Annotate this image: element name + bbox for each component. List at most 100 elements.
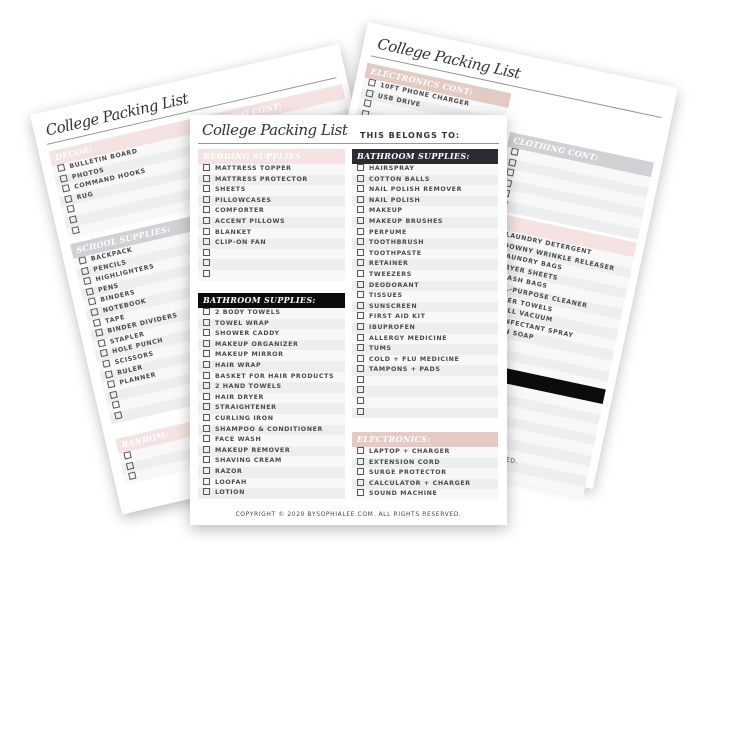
checkbox-icon[interactable] bbox=[203, 360, 210, 368]
checkbox-icon[interactable] bbox=[357, 322, 364, 330]
checkbox-icon[interactable] bbox=[508, 158, 517, 167]
checkbox-icon[interactable] bbox=[367, 78, 377, 87]
checkbox-icon[interactable] bbox=[61, 184, 71, 193]
item-label: MAKEUP MIRROR bbox=[215, 351, 284, 359]
checkbox-icon[interactable] bbox=[357, 365, 364, 373]
item-label: SURGE PROTECTOR bbox=[369, 469, 447, 477]
checkbox-icon[interactable] bbox=[357, 174, 364, 182]
checkbox-icon[interactable] bbox=[203, 164, 210, 171]
checkbox-icon[interactable] bbox=[203, 488, 210, 496]
checkbox-icon[interactable] bbox=[92, 318, 102, 327]
checkbox-icon[interactable] bbox=[125, 461, 135, 470]
checkbox-icon[interactable] bbox=[203, 185, 210, 193]
checkbox-icon[interactable] bbox=[203, 435, 210, 443]
checkbox-icon[interactable] bbox=[357, 206, 364, 214]
item-label: TUMS bbox=[369, 345, 392, 353]
checklist-item: LAPTOP + CHARGER bbox=[352, 447, 498, 458]
checkbox-icon[interactable] bbox=[95, 328, 104, 337]
checklist-item: BLANKET bbox=[198, 227, 345, 239]
checkbox-icon[interactable] bbox=[357, 386, 364, 394]
checkbox-icon[interactable] bbox=[203, 318, 210, 326]
checkbox-icon[interactable] bbox=[123, 451, 132, 460]
checkbox-icon[interactable] bbox=[357, 238, 364, 246]
checkbox-icon[interactable] bbox=[203, 350, 210, 358]
checkbox-icon[interactable] bbox=[510, 147, 519, 156]
checkbox-icon[interactable] bbox=[83, 276, 92, 286]
item-label: COLD + FLU MEDICINE bbox=[369, 355, 460, 363]
checkbox-icon[interactable] bbox=[357, 248, 364, 256]
checkbox-icon[interactable] bbox=[102, 359, 111, 368]
checkbox-icon[interactable] bbox=[64, 194, 73, 204]
checkbox-icon[interactable] bbox=[203, 413, 210, 421]
checkbox-icon[interactable] bbox=[357, 301, 364, 309]
checkbox-icon[interactable] bbox=[357, 227, 364, 235]
checkbox-icon[interactable] bbox=[203, 308, 210, 315]
checkbox-icon[interactable] bbox=[365, 88, 374, 98]
checkbox-icon[interactable] bbox=[106, 380, 116, 389]
checkbox-icon[interactable] bbox=[203, 195, 210, 203]
checkbox-icon[interactable] bbox=[97, 338, 106, 348]
checklist-item: PERFUME bbox=[352, 227, 498, 239]
checkbox-icon[interactable] bbox=[506, 168, 515, 177]
checkbox-icon[interactable] bbox=[357, 280, 364, 288]
checkbox-icon[interactable] bbox=[90, 307, 99, 317]
checkbox-icon[interactable] bbox=[357, 468, 364, 476]
checkbox-icon[interactable] bbox=[56, 163, 66, 173]
checkbox-icon[interactable] bbox=[203, 392, 210, 400]
checkbox-icon[interactable] bbox=[357, 478, 364, 486]
checkbox-icon[interactable] bbox=[357, 354, 364, 362]
checkbox-icon[interactable] bbox=[357, 291, 364, 299]
checkbox-icon[interactable] bbox=[80, 266, 90, 275]
checkbox-icon[interactable] bbox=[357, 164, 364, 171]
checkbox-icon[interactable] bbox=[203, 269, 210, 277]
checkbox-icon[interactable] bbox=[357, 259, 364, 267]
checkbox-icon[interactable] bbox=[66, 204, 75, 214]
checkbox-icon[interactable] bbox=[59, 173, 68, 183]
checkbox-icon[interactable] bbox=[203, 174, 210, 182]
checkbox-icon[interactable] bbox=[357, 195, 364, 203]
checkbox-icon[interactable] bbox=[203, 227, 210, 235]
checkbox-icon[interactable] bbox=[111, 400, 121, 410]
checkbox-icon[interactable] bbox=[203, 403, 210, 411]
checkbox-icon[interactable] bbox=[203, 466, 210, 474]
checkbox-icon[interactable] bbox=[357, 185, 364, 193]
checkbox-icon[interactable] bbox=[203, 238, 210, 246]
checkbox-icon[interactable] bbox=[128, 471, 137, 481]
checkbox-icon[interactable] bbox=[357, 457, 364, 465]
checkbox-icon[interactable] bbox=[109, 390, 118, 399]
checkbox-icon[interactable] bbox=[104, 369, 113, 379]
checklist-item: HAIR DRYER bbox=[198, 392, 345, 404]
checkbox-icon[interactable] bbox=[203, 382, 210, 390]
checkbox-icon[interactable] bbox=[357, 216, 364, 224]
checkbox-icon[interactable] bbox=[114, 411, 123, 420]
checkbox-icon[interactable] bbox=[357, 375, 364, 383]
checkbox-icon[interactable] bbox=[68, 215, 78, 224]
checkbox-icon[interactable] bbox=[203, 477, 210, 485]
checkbox-icon[interactable] bbox=[203, 445, 210, 453]
checkbox-icon[interactable] bbox=[203, 371, 210, 379]
checkbox-icon[interactable] bbox=[78, 256, 87, 265]
checkbox-icon[interactable] bbox=[203, 206, 210, 214]
checkbox-icon[interactable] bbox=[357, 407, 364, 415]
checkbox-icon[interactable] bbox=[357, 344, 364, 352]
checkbox-icon[interactable] bbox=[85, 287, 94, 296]
checkbox-icon[interactable] bbox=[357, 269, 364, 277]
checkbox-icon[interactable] bbox=[203, 456, 210, 464]
checkbox-icon[interactable] bbox=[203, 259, 210, 267]
item-label: FACE WASH bbox=[215, 436, 262, 444]
checkbox-icon[interactable] bbox=[203, 329, 210, 337]
checkbox-icon[interactable] bbox=[203, 248, 210, 256]
checkbox-icon[interactable] bbox=[357, 397, 364, 405]
checkbox-icon[interactable] bbox=[363, 99, 372, 108]
checkbox-icon[interactable] bbox=[203, 424, 210, 432]
checkbox-icon[interactable] bbox=[87, 297, 97, 306]
checkbox-icon[interactable] bbox=[203, 216, 210, 224]
checkbox-icon[interactable] bbox=[357, 333, 364, 341]
checkbox-icon[interactable] bbox=[71, 225, 80, 234]
checkbox-icon[interactable] bbox=[99, 349, 109, 358]
checkbox-icon[interactable] bbox=[203, 339, 210, 347]
checkbox-icon[interactable] bbox=[357, 489, 364, 497]
checkbox-icon[interactable] bbox=[357, 447, 364, 454]
checklist-item: 2 HAND TOWELS bbox=[198, 382, 345, 393]
checkbox-icon[interactable] bbox=[357, 312, 364, 320]
